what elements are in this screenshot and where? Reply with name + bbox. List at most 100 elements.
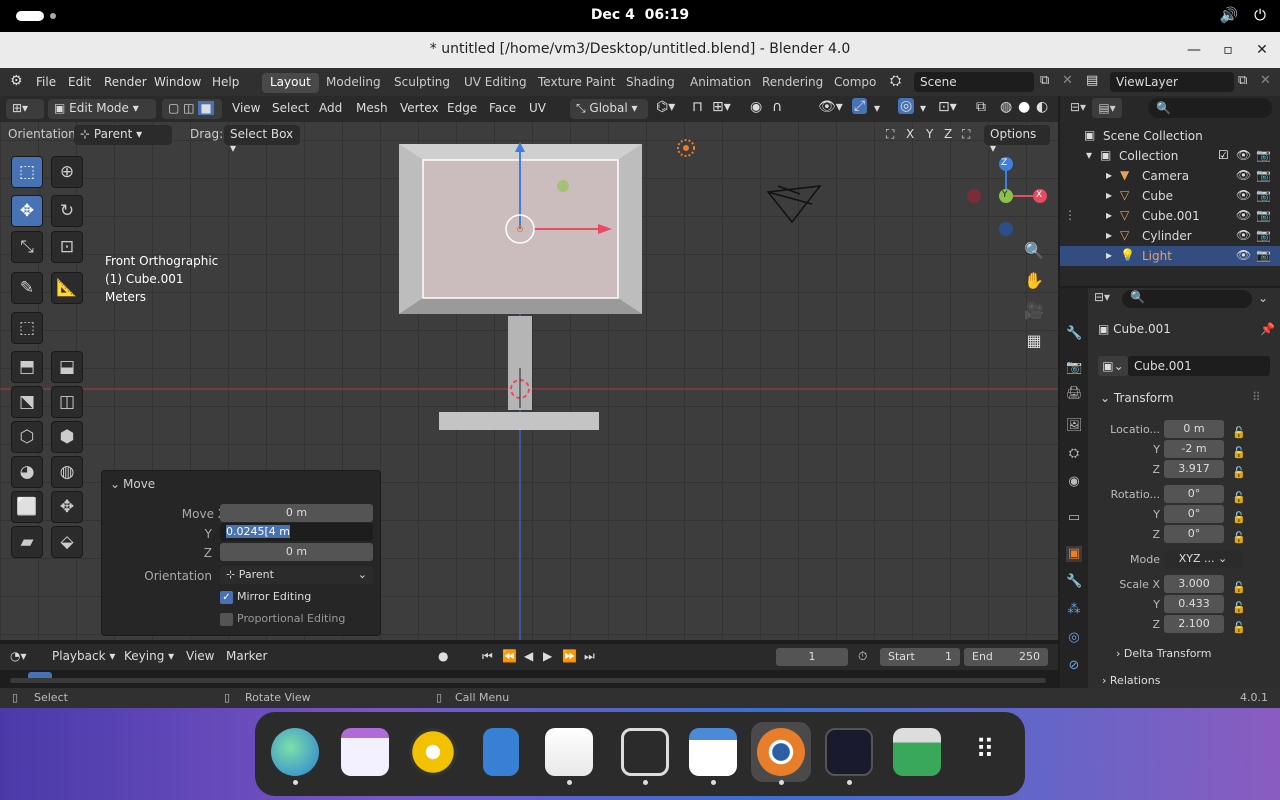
move-panel-collapse-icon[interactable]: ⌄ xyxy=(110,477,120,491)
clock[interactable]: Dec 4 06:19 xyxy=(0,7,1280,23)
shear-tool[interactable]: ▰ xyxy=(11,526,43,558)
auto-merge-icon[interactable]: ⛶ xyxy=(962,127,970,142)
expand-icon[interactable]: ▸ xyxy=(1106,188,1112,202)
timeline-editor-icon[interactable]: ◔▾ xyxy=(10,649,27,663)
minimize-button[interactable]: — xyxy=(1182,38,1206,62)
options-dropdown[interactable]: Options ▾ xyxy=(984,125,1050,155)
app-grid-icon[interactable]: ⠿ xyxy=(961,728,1009,776)
mirror-x-button[interactable]: X xyxy=(906,127,914,141)
scale-lock-icons[interactable]: 🔓 🔓 🔓 xyxy=(1232,578,1246,638)
delta-transform-header[interactable]: › Delta Transform xyxy=(1116,647,1211,660)
outliner-row-camera[interactable]: ▸ ▼ Camera 👁 📷 xyxy=(1060,166,1280,186)
menu-add[interactable]: Add xyxy=(319,101,342,115)
volume-icon[interactable]: 🔊 xyxy=(1219,6,1238,24)
menu-mesh[interactable]: Mesh xyxy=(356,101,388,115)
outliner-row-scene-collection[interactable]: ▣ Scene Collection xyxy=(1060,126,1280,146)
render-camera-icon[interactable]: 📷 xyxy=(1256,168,1271,182)
rotation-z-field[interactable]: 0° xyxy=(1164,525,1224,543)
tab-uv-editing[interactable]: UV Editing xyxy=(456,73,535,93)
move-x-field[interactable]: 0 m xyxy=(220,504,373,522)
eye-icon[interactable]: 👁 xyxy=(1236,248,1251,262)
render-camera-icon[interactable]: 📷 xyxy=(1256,188,1271,202)
menu-help[interactable]: Help xyxy=(212,75,239,89)
browser-app-icon[interactable] xyxy=(271,728,319,776)
scene-tab-icon[interactable]: ⛭ xyxy=(1066,446,1082,462)
outliner-row-light[interactable]: ▸ 💡 Light 👁 📷 xyxy=(1060,246,1280,266)
tab-compositing[interactable]: Compo xyxy=(826,73,884,93)
tab-animation[interactable]: Animation xyxy=(682,73,759,93)
jump-keyframe-back-icon[interactable]: ⏪ xyxy=(502,649,517,663)
props-options-icon[interactable]: ⌄ xyxy=(1258,291,1268,305)
menu-vertex[interactable]: Vertex xyxy=(400,101,439,115)
select-mode-buttons[interactable]: ▢ ◫ ■ xyxy=(162,99,222,119)
close-button[interactable]: ✕ xyxy=(1250,38,1274,62)
end-frame-field[interactable]: End 250 xyxy=(964,648,1048,666)
view-layer-icon[interactable]: ▤ xyxy=(1086,73,1098,88)
menu-select[interactable]: Select xyxy=(272,101,309,115)
spin-tool[interactable]: ◕ xyxy=(11,456,43,488)
eye-icon[interactable]: 👁 xyxy=(1236,168,1251,182)
auto-keying-icon[interactable]: ● xyxy=(438,649,448,663)
view-layer-selector[interactable]: ViewLayer xyxy=(1110,72,1234,92)
timer-icon[interactable]: ⏱ xyxy=(858,649,867,664)
new-scene-icon[interactable]: ⧉ xyxy=(1040,73,1049,88)
outliner-row-cylinder[interactable]: ▸ ▽ Cylinder 👁 📷 xyxy=(1060,226,1280,246)
transform-header[interactable]: ⌄ Transform xyxy=(1100,391,1174,405)
rotation-y-field[interactable]: 0° xyxy=(1164,505,1224,523)
proportional-editing-checkbox[interactable] xyxy=(220,613,233,626)
render-tab-icon[interactable]: 📷 xyxy=(1066,360,1082,376)
zoom-icon[interactable]: 🔍 xyxy=(1021,238,1047,264)
move-y-field[interactable]: 0.0245[4 m xyxy=(220,523,373,541)
gizmo-y-label[interactable]: Y xyxy=(1002,190,1008,200)
bevel-tool[interactable]: ⬔ xyxy=(11,386,43,418)
mesh-edit-overlay-icon[interactable]: ⊡▾ xyxy=(938,99,957,115)
play-reverse-icon[interactable]: ◀ xyxy=(524,649,533,663)
collapse-icon[interactable]: ▾ xyxy=(1086,148,1092,162)
tab-sculpting[interactable]: Sculpting xyxy=(386,73,458,93)
tool-tab-icon[interactable]: 🔧 xyxy=(1066,326,1082,342)
overlay-dropdown-icon[interactable]: ▾ xyxy=(920,101,926,115)
view-layer-tab-icon[interactable]: 🖼 xyxy=(1066,418,1083,434)
props-editor-icon[interactable]: ⊟▾ xyxy=(1094,290,1110,304)
select-box-tool[interactable]: ⬚ xyxy=(11,156,43,188)
menu-file[interactable]: File xyxy=(36,75,56,89)
mode-selector[interactable]: ▣ Edit Mode ▾ xyxy=(48,99,156,119)
location-x-field[interactable]: 0 m xyxy=(1164,420,1224,438)
exclude-checkbox[interactable]: ☑ xyxy=(1218,148,1229,162)
menu-timeline-view[interactable]: View xyxy=(186,649,214,663)
eye-icon[interactable]: 👁 xyxy=(1236,228,1251,242)
wireframe-shading-icon[interactable]: ◍ xyxy=(1000,99,1012,115)
face-select-icon[interactable]: ■ xyxy=(198,101,214,115)
menu-view[interactable]: View xyxy=(232,101,260,115)
expand-icon[interactable]: ▸ xyxy=(1106,168,1112,182)
mirror-z-button[interactable]: Z xyxy=(944,127,952,141)
trash-app-icon[interactable] xyxy=(893,728,941,776)
rotate-tool[interactable]: ↻ xyxy=(51,195,83,227)
blender-app-icon[interactable] xyxy=(757,728,805,776)
add-cube-tool[interactable]: ⬚ xyxy=(11,312,43,344)
constraints-tab-icon[interactable]: ⊘ xyxy=(1066,658,1082,674)
drag-handle-icon[interactable]: ⠿ xyxy=(1252,390,1261,404)
cursor-tool[interactable]: ⊕ xyxy=(51,156,83,188)
material-shading-icon[interactable]: ◐ xyxy=(1036,99,1048,115)
display-mode-icon[interactable]: ▤▾ xyxy=(1092,98,1122,118)
delete-view-layer-icon[interactable]: ✕ xyxy=(1260,73,1271,88)
drag-dropdown[interactable]: Select Box ▾ xyxy=(224,125,300,155)
menu-window[interactable]: Window xyxy=(154,75,201,89)
eye-icon[interactable]: 👁 xyxy=(1236,208,1251,222)
mirror-y-button[interactable]: Y xyxy=(926,127,933,141)
falloff-icon[interactable]: ∩ xyxy=(772,99,782,115)
measure-tool[interactable]: 📐 xyxy=(51,272,83,304)
render-camera-icon[interactable]: 📷 xyxy=(1256,228,1271,242)
system-tray[interactable]: 🔊 ⏻ xyxy=(1219,6,1266,24)
move-z-field[interactable]: 0 m xyxy=(220,543,373,561)
tab-rendering[interactable]: Rendering xyxy=(754,73,831,93)
timeline-scrollbar[interactable] xyxy=(10,678,1046,683)
pivot-point-icon[interactable]: ⌬▾ xyxy=(656,99,675,115)
visibility-icon[interactable]: 👁▾ xyxy=(818,99,843,115)
camera-view-icon[interactable]: 🎥 xyxy=(1021,298,1047,324)
outliner-search-input[interactable]: 🔍 xyxy=(1148,98,1272,118)
inset-tool[interactable]: ⬓ xyxy=(51,351,83,383)
render-camera-icon[interactable]: 📷 xyxy=(1256,148,1271,162)
edge-select-icon[interactable]: ◫ xyxy=(183,101,194,115)
